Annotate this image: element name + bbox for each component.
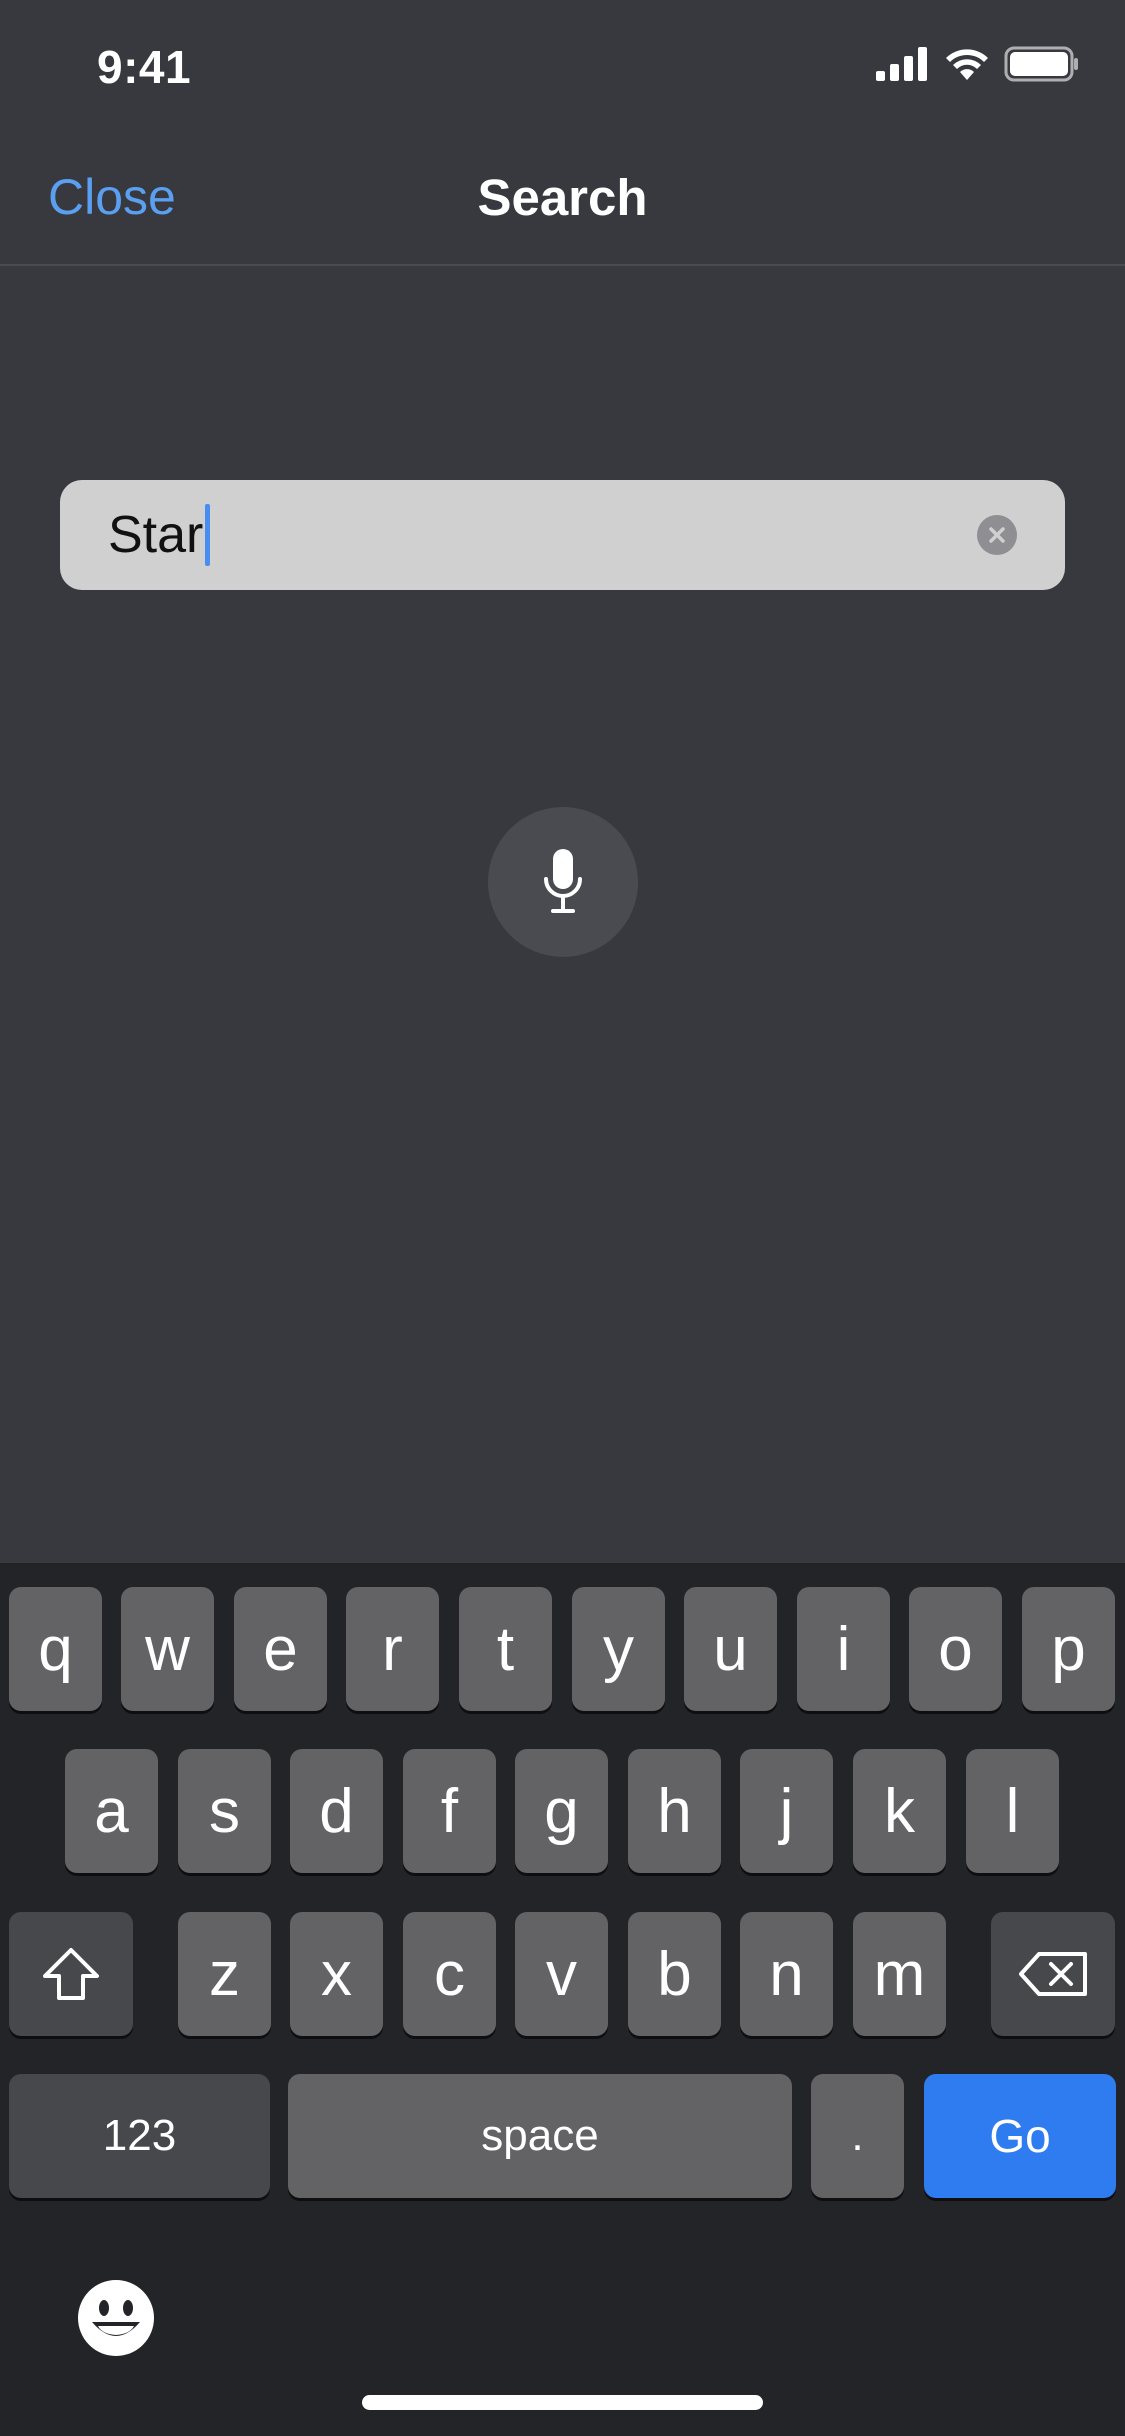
emoji-icon <box>78 2280 154 2356</box>
status-icons <box>876 46 1080 82</box>
key-e[interactable]: e <box>234 1587 327 1711</box>
text-caret <box>205 504 211 566</box>
key-g[interactable]: g <box>515 1749 608 1873</box>
key-v[interactable]: v <box>515 1912 608 2036</box>
page-title: Search <box>477 169 648 226</box>
key-w[interactable]: w <box>121 1587 214 1711</box>
battery-icon <box>1004 46 1078 82</box>
period-key[interactable]: . <box>811 2074 904 2198</box>
microphone-button[interactable] <box>488 807 638 957</box>
keyboard: q w e r t y u i o p a s d f g h j k l z … <box>0 1563 1125 2436</box>
key-n[interactable]: n <box>740 1912 833 2036</box>
key-l[interactable]: l <box>966 1749 1059 1873</box>
go-key[interactable]: Go <box>924 2074 1116 2198</box>
key-t[interactable]: t <box>459 1587 552 1711</box>
emoji-button[interactable] <box>76 2278 156 2358</box>
key-x[interactable]: x <box>290 1912 383 2036</box>
delete-key[interactable] <box>991 1912 1115 2036</box>
search-input-value: Star <box>108 506 204 564</box>
wifi-icon <box>946 49 988 80</box>
status-time: 9:41 <box>97 41 192 93</box>
search-field[interactable]: Star <box>60 480 1065 590</box>
key-q[interactable]: q <box>9 1587 102 1711</box>
key-a[interactable]: a <box>65 1749 158 1873</box>
delete-icon <box>1019 1952 1087 1996</box>
key-f[interactable]: f <box>403 1749 496 1873</box>
search-input[interactable]: Star <box>108 480 211 590</box>
clear-icon <box>989 527 1005 543</box>
space-key[interactable]: space <box>288 2074 792 2198</box>
shift-icon <box>43 1948 99 2000</box>
key-k[interactable]: k <box>853 1749 946 1873</box>
key-o[interactable]: o <box>909 1587 1002 1711</box>
key-j[interactable]: j <box>740 1749 833 1873</box>
clear-button[interactable] <box>977 515 1017 555</box>
key-i[interactable]: i <box>797 1587 890 1711</box>
home-indicator[interactable] <box>362 2395 763 2410</box>
nav-bar: Close Search <box>0 132 1125 266</box>
key-b[interactable]: b <box>628 1912 721 2036</box>
key-c[interactable]: c <box>403 1912 496 2036</box>
numbers-key[interactable]: 123 <box>9 2074 270 2198</box>
key-y[interactable]: y <box>572 1587 665 1711</box>
signal-icon <box>876 47 927 81</box>
key-m[interactable]: m <box>853 1912 946 2036</box>
key-s[interactable]: s <box>178 1749 271 1873</box>
key-z[interactable]: z <box>178 1912 271 2036</box>
key-r[interactable]: r <box>346 1587 439 1711</box>
microphone-icon <box>544 849 582 913</box>
status-bar: 9:41 <box>0 0 1125 132</box>
key-d[interactable]: d <box>290 1749 383 1873</box>
shift-key[interactable] <box>9 1912 133 2036</box>
key-p[interactable]: p <box>1022 1587 1115 1711</box>
key-h[interactable]: h <box>628 1749 721 1873</box>
key-u[interactable]: u <box>684 1587 777 1711</box>
